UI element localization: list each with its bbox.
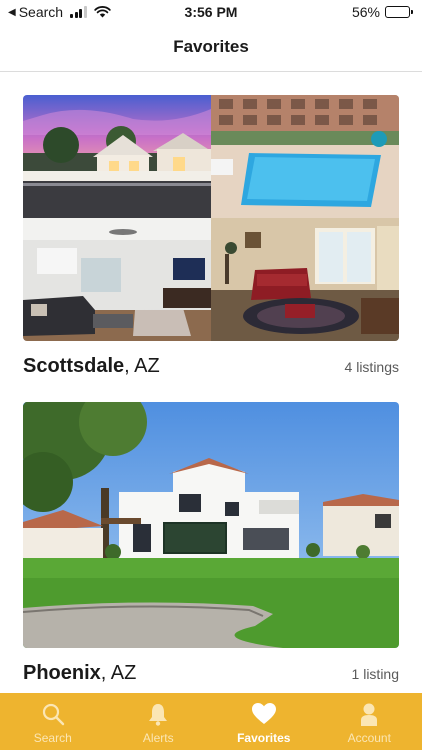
favorite-card-phoenix[interactable]: Phoenix, AZ 1 listing bbox=[23, 402, 399, 685]
tab-label: Account bbox=[347, 731, 391, 745]
photo-single[interactable] bbox=[23, 402, 399, 648]
card-info-row[interactable]: Phoenix, AZ 1 listing bbox=[23, 662, 399, 685]
tab-label: Favorites bbox=[237, 731, 291, 745]
photo-traditional-living-room bbox=[211, 218, 399, 341]
photo-white-house-lawn bbox=[23, 402, 399, 648]
photo-apartment-pool bbox=[211, 95, 399, 218]
page-title: Favorites bbox=[173, 37, 249, 56]
tab-favorites[interactable]: Favorites bbox=[211, 693, 317, 750]
favorite-card-scottsdale[interactable]: Scottsdale, AZ 4 listings bbox=[23, 95, 399, 378]
tab-bar: Search Alerts Favorites Account bbox=[0, 693, 422, 750]
heart-icon bbox=[251, 701, 277, 727]
listing-count: 4 listings bbox=[344, 359, 399, 375]
status-right: 56% bbox=[351, 4, 413, 20]
nav-bar: Favorites bbox=[0, 24, 422, 72]
battery-icon bbox=[385, 6, 413, 18]
tab-label: Alerts bbox=[142, 731, 174, 745]
city-name: Phoenix bbox=[23, 662, 101, 684]
person-icon bbox=[358, 701, 380, 727]
state-name: , AZ bbox=[100, 662, 137, 684]
status-bar: ◀ Search 3:56 PM 56% bbox=[0, 0, 422, 24]
card-info-row[interactable]: Scottsdale, AZ 4 listings bbox=[23, 355, 399, 378]
state-name: , AZ bbox=[124, 355, 160, 377]
tab-alerts[interactable]: Alerts bbox=[106, 693, 212, 750]
tab-label: Search bbox=[33, 731, 72, 745]
listing-count: 1 listing bbox=[351, 666, 399, 682]
city-name: Scottsdale bbox=[23, 355, 125, 377]
favorite-location: Phoenix, AZ bbox=[23, 662, 136, 685]
favorite-location: Scottsdale, AZ bbox=[23, 355, 160, 378]
search-icon bbox=[41, 701, 65, 727]
battery-percent: 56% bbox=[351, 4, 380, 20]
photo-modern-living-room bbox=[23, 218, 211, 341]
tab-account[interactable]: Account bbox=[317, 693, 422, 750]
bell-icon bbox=[147, 701, 169, 727]
favorites-list[interactable]: Scottsdale, AZ 4 listings Phoenix, AZ 1 … bbox=[0, 73, 422, 693]
photo-grid[interactable] bbox=[23, 95, 399, 341]
photo-house-exterior bbox=[23, 95, 211, 218]
tab-search[interactable]: Search bbox=[0, 693, 106, 750]
